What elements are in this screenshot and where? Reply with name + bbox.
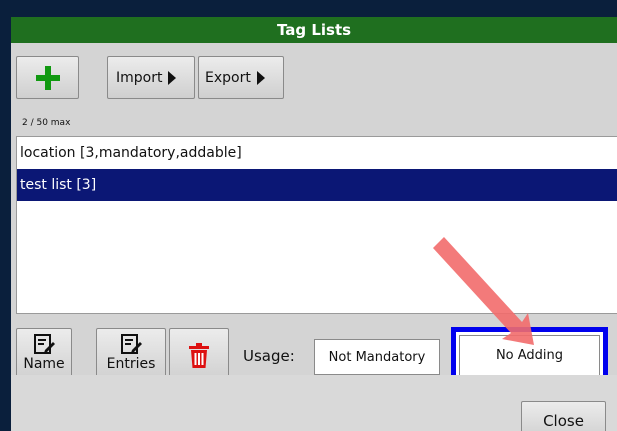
tag-list[interactable]: location [3,mandatory,addable] test list… xyxy=(16,136,617,314)
mandatory-toggle[interactable]: Not Mandatory xyxy=(314,339,440,375)
import-label: Import xyxy=(116,69,163,86)
list-item-selected[interactable]: test list [3] xyxy=(17,169,617,201)
plus-icon xyxy=(35,65,60,90)
triangle-right-icon xyxy=(256,70,265,85)
edit-note-icon xyxy=(121,334,142,354)
entries-button-label: Entries xyxy=(106,356,156,372)
export-label: Export xyxy=(205,69,251,86)
tag-lists-dialog: Tag Lists Import Export 2 / 50 max locat… xyxy=(11,17,617,431)
edit-note-icon xyxy=(34,334,55,354)
triangle-right-icon xyxy=(168,70,177,85)
list-count: 2 / 50 max xyxy=(22,118,71,128)
export-button[interactable]: Export xyxy=(198,56,284,99)
dialog-title: Tag Lists xyxy=(11,17,617,43)
add-list-button[interactable] xyxy=(16,56,79,99)
name-button-label: Name xyxy=(23,356,65,372)
trash-icon xyxy=(189,342,209,368)
adding-toggle-value: No Adding xyxy=(459,335,600,376)
usage-label: Usage: xyxy=(243,347,295,365)
close-button[interactable]: Close xyxy=(521,401,606,431)
import-button[interactable]: Import xyxy=(107,56,195,99)
list-item[interactable]: location [3,mandatory,addable] xyxy=(17,137,617,169)
